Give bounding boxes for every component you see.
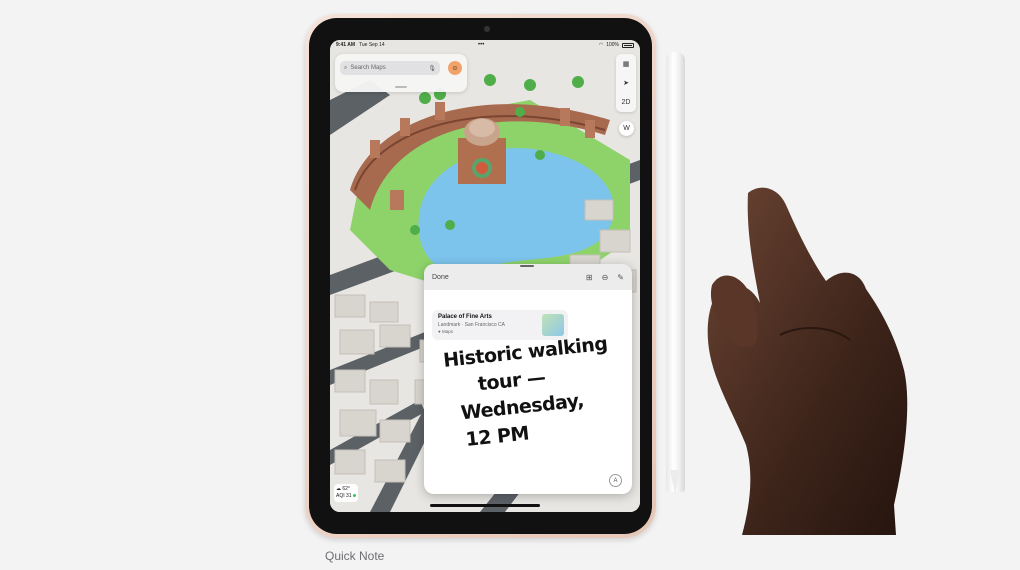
quick-note-tools: ⊞ ⊖ ✎	[586, 273, 624, 282]
markup-icon[interactable]: A	[609, 474, 622, 487]
mic-icon[interactable]: 🎙︎	[428, 65, 436, 72]
link-source: Maps	[441, 329, 453, 334]
map-controls: ▦ ➤ 2D	[616, 54, 636, 112]
handwritten-note[interactable]: Historic walking tour — Wednesday, 12 PM	[442, 329, 632, 468]
maps-app-icon: ●	[438, 329, 441, 334]
hand-image	[707, 187, 908, 535]
weather-badge: ☁ 62° AQI 31	[334, 484, 358, 502]
cloud-icon: ☁	[336, 486, 341, 492]
map-icon[interactable]: ▦	[623, 60, 630, 68]
apple-pencil	[666, 52, 685, 492]
search-icon: ⌕	[344, 64, 348, 71]
quick-note-window: Done ⊞ ⊖ ✎ Palace of Fine Arts Landmark …	[424, 264, 632, 494]
multitasking-dots[interactable]: •••	[478, 42, 484, 48]
search-card: ⌕ Search Maps 🎙︎ ☺	[335, 54, 467, 92]
location-arrow-icon[interactable]: ➤	[623, 79, 629, 87]
apple-pencil-tip	[670, 470, 680, 494]
compass-label: W	[623, 125, 630, 132]
wifi-icon: ◠	[598, 42, 604, 48]
search-placeholder: Search Maps	[350, 65, 386, 71]
status-date: Tue Sep 14	[359, 42, 385, 48]
ipad-screen: 9:41 AM Tue Sep 14 ••• ◠ 100% ⌕ Search M…	[330, 40, 640, 512]
status-right: ◠ 100%	[599, 42, 634, 48]
front-camera	[484, 26, 490, 32]
done-button[interactable]: Done	[432, 274, 449, 281]
caption-label: Quick Note	[325, 549, 385, 563]
ellipsis-icon[interactable]: ⊖	[602, 273, 609, 282]
weather-temp: 62°	[342, 486, 350, 492]
map-thumbnail	[542, 314, 564, 336]
home-indicator[interactable]	[430, 504, 540, 507]
compass-button[interactable]: W	[619, 121, 634, 136]
quick-note-handle[interactable]	[520, 265, 534, 267]
card-grabber[interactable]	[395, 86, 407, 88]
view-mode-button[interactable]: 2D	[622, 99, 631, 106]
aqi-label: AQI 31	[336, 493, 352, 499]
compose-icon[interactable]: ✎	[617, 273, 624, 282]
status-time: 9:41 AM	[336, 42, 355, 48]
search-input[interactable]: ⌕ Search Maps 🎙︎	[340, 61, 440, 75]
aqi-indicator	[352, 494, 356, 497]
grid-icon[interactable]: ⊞	[586, 273, 593, 282]
maps-link-card[interactable]: Palace of Fine Arts Landmark · San Franc…	[432, 310, 568, 340]
battery-icon	[622, 42, 634, 48]
status-bar: 9:41 AM Tue Sep 14 ••• ◠ 100%	[330, 40, 640, 50]
battery-percent: 100%	[606, 42, 619, 48]
quick-note-header: Done ⊞ ⊖ ✎	[424, 264, 632, 290]
avatar[interactable]: ☺	[448, 61, 462, 75]
